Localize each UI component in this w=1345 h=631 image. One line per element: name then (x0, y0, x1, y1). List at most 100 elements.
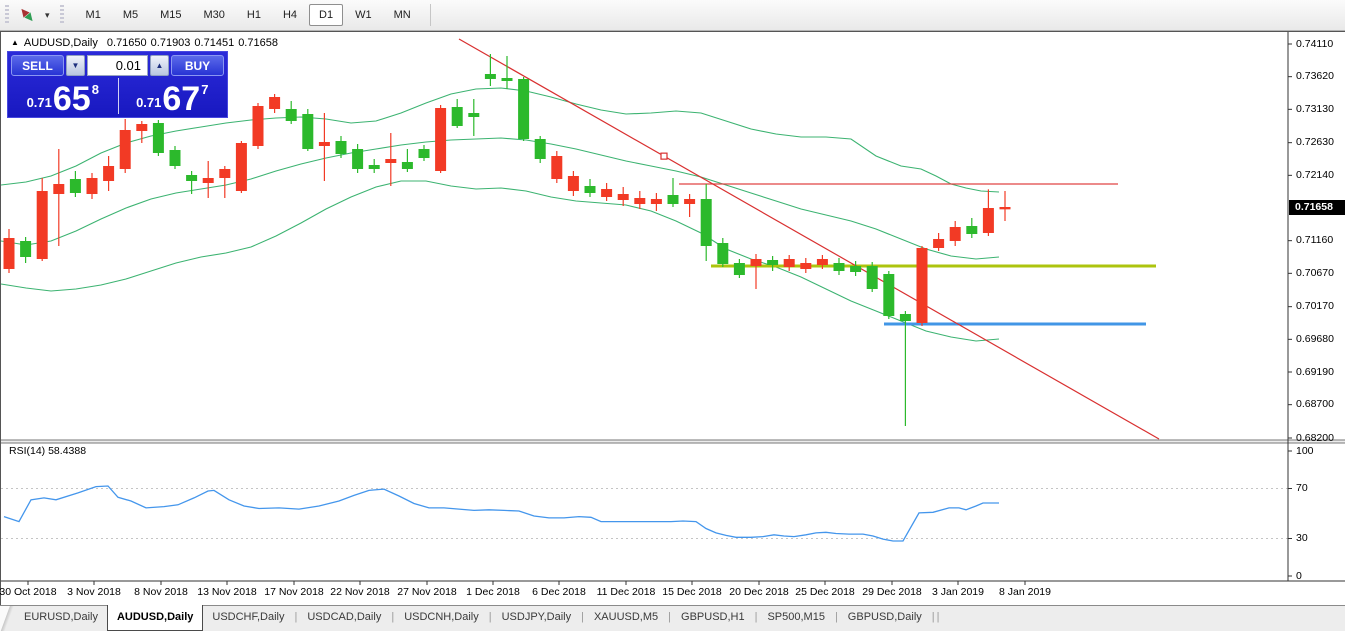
buy-button[interactable]: BUY (171, 55, 224, 76)
candle-body (368, 165, 380, 169)
candle-body (169, 150, 181, 166)
date-tick-label: 17 Nov 2018 (264, 586, 324, 598)
candle-body (601, 189, 613, 197)
sell-button[interactable]: SELL (11, 55, 64, 76)
date-tick-label: 11 Dec 2018 (596, 586, 656, 598)
volume-input[interactable] (87, 55, 148, 76)
candle-body (916, 248, 928, 323)
candle-body (933, 239, 945, 248)
sell-price[interactable]: 0.71 65 8 (8, 77, 118, 117)
time-axis[interactable]: 30 Oct 2018 3 Nov 2018 8 Nov 2018 13 Nov 20… (0, 583, 1288, 601)
timeframe-button-H4[interactable]: H4 (273, 4, 307, 26)
candle-body (86, 178, 98, 194)
candle-body (69, 179, 81, 193)
rsi-scale-label: 30 (1296, 532, 1308, 544)
candle-body (534, 139, 546, 159)
date-tick-label: 6 Dec 2018 (532, 586, 586, 598)
chart-tab-EURUSD,Daily[interactable]: EURUSD,Daily (15, 606, 107, 631)
chart-window: ▲ AUDUSD,Daily 0.71650 0.71903 0.71451 0.7165… (0, 31, 1345, 605)
date-tick-label: 3 Jan 2019 (932, 586, 984, 598)
candle-body (966, 226, 978, 234)
timeframe-button-H1[interactable]: H1 (237, 4, 271, 26)
chart-tab-SP500,M15[interactable]: SP500,M15 (758, 606, 833, 631)
candle-body (551, 156, 563, 179)
candle-body (484, 74, 496, 79)
candle-body (435, 108, 447, 171)
price-tick-label: 0.72140 (1296, 168, 1334, 181)
chart-tab-GBPUSD,H1[interactable]: GBPUSD,H1 (672, 606, 754, 631)
chart-tab-USDCHF,Daily[interactable]: USDCHF,Daily (203, 606, 293, 631)
price-axis[interactable]: 0.74110 0.73620 0.73130 0.72630 0.72140 0.711… (1289, 32, 1345, 606)
chart-title: ▲ AUDUSD,Daily 0.71650 0.71903 0.71451 0.7165… (11, 37, 282, 49)
candle-body (53, 184, 65, 194)
candle-body (152, 123, 164, 153)
rsi-scale-label: 100 (1296, 444, 1314, 457)
timeframe-button-M5[interactable]: M5 (113, 4, 148, 26)
candle-body (136, 124, 148, 131)
candle-body (36, 191, 48, 259)
chart-canvas[interactable] (1, 32, 1345, 606)
chart-tab-USDCNH,Daily[interactable]: USDCNH,Daily (395, 606, 488, 631)
chart-tab-AUDUSD,Daily[interactable]: AUDUSD,Daily (106, 605, 204, 631)
chart-tab-GBPUSD,Daily[interactable]: GBPUSD,Daily (839, 606, 931, 631)
arrows-tool-button[interactable] (14, 3, 40, 27)
candle-body (302, 114, 314, 149)
volume-decrease-button[interactable]: ▼ (66, 55, 85, 76)
date-tick-label: 3 Nov 2018 (67, 586, 121, 598)
candle-body (899, 314, 911, 321)
candle-body (119, 130, 131, 169)
timeframe-button-M30[interactable]: M30 (194, 4, 235, 26)
candle-body (252, 106, 264, 146)
volume-increase-button[interactable]: ▲ (150, 55, 169, 76)
symbol-period-label: AUDUSD,Daily (23, 37, 98, 49)
candle-body (667, 195, 679, 204)
current-price-tag: 0.71658 (1289, 199, 1345, 215)
timeframe-button-M1[interactable]: M1 (76, 4, 111, 26)
rsi-scale-label: 70 (1296, 482, 1308, 494)
candle-body (733, 263, 745, 275)
chart-tab-XAUUSD,M5[interactable]: XAUUSD,M5 (585, 606, 667, 631)
trendline-anchor-marker[interactable] (660, 152, 668, 160)
chart-tab-USDCAD,Daily[interactable]: USDCAD,Daily (298, 606, 390, 631)
candle-body (451, 107, 463, 126)
arrows-dropdown-button[interactable]: ▾ (40, 3, 55, 27)
candle-body (318, 142, 330, 146)
close-value: 0.71658 (238, 37, 278, 49)
chart-tab-USDJPY,Daily[interactable]: USDJPY,Daily (493, 606, 581, 631)
toolbar-drag-grip[interactable] (59, 5, 64, 25)
candle-body (750, 259, 762, 266)
collapse-arrow-icon[interactable]: ▲ (11, 38, 19, 47)
sell-price-pip: 8 (91, 82, 99, 97)
timeframe-button-D1[interactable]: D1 (309, 4, 344, 26)
candle-body (219, 169, 231, 178)
price-tick-label: 0.71160 (1296, 234, 1334, 247)
toolbar-drag-grip[interactable] (5, 5, 9, 25)
candle-body (949, 227, 961, 241)
bollinger-middle-band (1, 137, 1000, 260)
timeframe-button-M15[interactable]: M15 (150, 4, 191, 26)
candle-body (235, 143, 247, 191)
candle-body (866, 266, 878, 289)
buy-price[interactable]: 0.71 67 7 (118, 77, 228, 117)
candle-body (850, 266, 862, 272)
candle-body (982, 208, 994, 233)
candle-body (833, 263, 845, 271)
date-tick-label: 29 Dec 2018 (862, 586, 922, 598)
candle-body (352, 149, 364, 169)
price-tick-label: 0.73620 (1296, 70, 1334, 83)
date-tick-label: 13 Nov 2018 (197, 586, 257, 598)
price-tick-label: 0.68700 (1296, 398, 1334, 411)
candle-body (883, 274, 895, 316)
candle-body (385, 159, 397, 163)
candle-body (20, 241, 32, 257)
price-tick-label: 0.69680 (1296, 332, 1334, 345)
candle-body (285, 109, 297, 121)
timeframe-button-MN[interactable]: MN (384, 4, 421, 26)
buy-price-pip: 7 (201, 82, 209, 97)
timeframe-button-W1[interactable]: W1 (345, 4, 382, 26)
trendline-object[interactable] (458, 38, 1160, 440)
candle-body (650, 199, 662, 204)
price-tick-label: 0.69190 (1296, 365, 1334, 378)
candle-body (999, 207, 1011, 210)
date-tick-label: 1 Dec 2018 (466, 586, 520, 598)
